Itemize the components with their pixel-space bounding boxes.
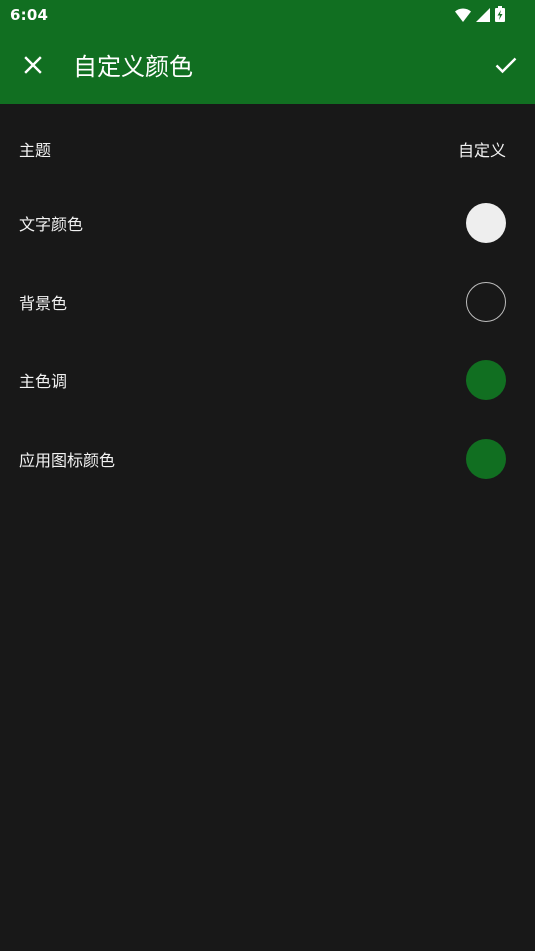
setting-row-primary-color[interactable]: 主色调	[0, 348, 535, 412]
setting-row-app-icon-color[interactable]: 应用图标颜色	[0, 427, 535, 491]
setting-label-text-color: 文字颜色	[19, 215, 84, 234]
status-bar: 6:04	[0, 0, 535, 30]
setting-row-theme[interactable]: 主题 自定义	[0, 117, 535, 181]
status-icons	[455, 6, 505, 26]
background-color-swatch[interactable]	[466, 282, 506, 322]
text-color-swatch[interactable]	[466, 203, 506, 243]
setting-value-theme: 自定义	[457, 141, 506, 160]
setting-row-text-color[interactable]: 文字颜色	[0, 191, 535, 255]
setting-label-primary-color: 主色调	[19, 372, 68, 391]
setting-label-theme: 主题	[19, 141, 52, 160]
primary-color-swatch[interactable]	[466, 360, 506, 400]
signal-icon	[476, 7, 490, 26]
close-button[interactable]	[17, 51, 49, 83]
app-icon-color-swatch[interactable]	[466, 439, 506, 479]
check-icon	[495, 56, 517, 78]
battery-charging-icon	[495, 6, 505, 26]
page-title: 自定义颜色	[73, 53, 193, 81]
status-time: 6:04	[10, 6, 49, 24]
confirm-button[interactable]	[490, 51, 522, 83]
setting-label-app-icon-color: 应用图标颜色	[19, 451, 116, 470]
setting-label-background-color: 背景色	[19, 294, 68, 313]
wifi-icon	[455, 7, 471, 26]
setting-row-background-color[interactable]: 背景色	[0, 270, 535, 334]
close-icon	[24, 56, 42, 78]
app-bar: 自定义颜色	[0, 30, 535, 104]
